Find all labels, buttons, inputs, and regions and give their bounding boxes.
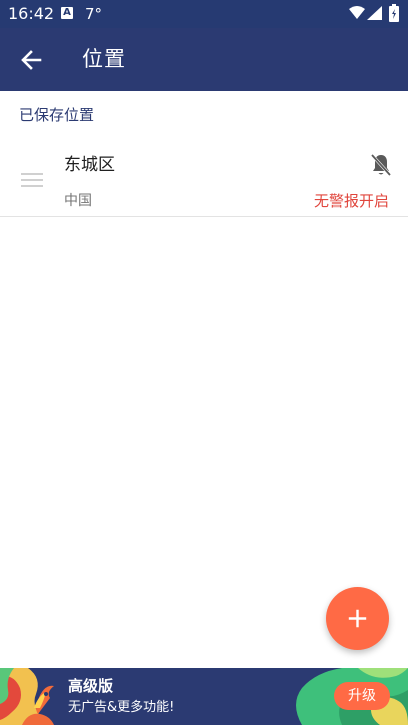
signal-icon: [367, 6, 382, 20]
page-title: 位置: [82, 47, 126, 71]
back-button[interactable]: [12, 40, 52, 80]
premium-title: 高级版: [68, 677, 114, 695]
status-temperature: 7°: [85, 5, 103, 23]
location-country: 中国: [64, 193, 92, 209]
plus-icon: [348, 609, 367, 628]
saved-locations-header: 已保存位置: [19, 106, 95, 124]
wifi-icon: [349, 6, 365, 19]
premium-banner[interactable]: 高级版 无广告&更多功能! 升级: [0, 668, 408, 725]
add-location-button[interactable]: [326, 587, 389, 650]
banner-decoration-left: [0, 668, 54, 725]
bell-off-icon[interactable]: [370, 153, 392, 177]
notification-a-icon: A: [61, 7, 73, 19]
location-item[interactable]: 东城区 中国 无警报开启: [0, 140, 408, 217]
alert-status: 无警报开启: [313, 192, 389, 210]
upgrade-button[interactable]: 升级: [334, 682, 390, 710]
drag-handle-icon[interactable]: [21, 173, 43, 187]
location-name: 东城区: [64, 155, 115, 175]
arrow-left-icon: [21, 50, 42, 70]
screen: 16:42 A 7° 位置 已保存位置 东城区 中国 无警报开启 高级版 无广告…: [0, 0, 408, 725]
status-time: 16:42: [8, 4, 55, 23]
battery-icon: [389, 4, 399, 22]
premium-subtitle: 无广告&更多功能!: [68, 700, 175, 715]
status-bar: 16:42 A 7°: [0, 0, 408, 28]
app-bar: 位置: [0, 28, 408, 91]
